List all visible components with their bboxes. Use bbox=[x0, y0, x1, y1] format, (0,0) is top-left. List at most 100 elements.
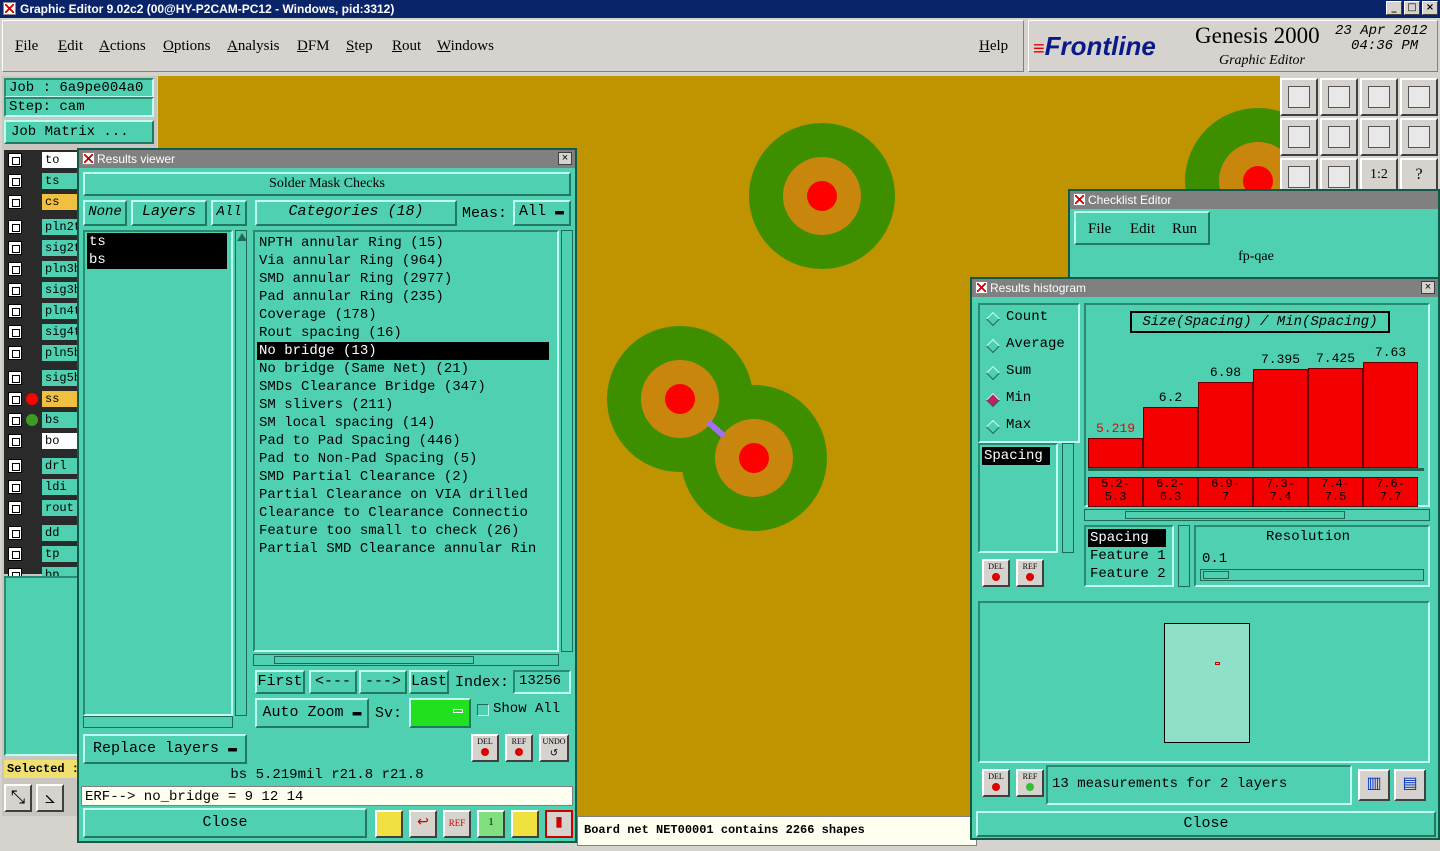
rotate-icon[interactable] bbox=[1400, 118, 1438, 156]
layer-scrollbar[interactable] bbox=[235, 230, 247, 716]
layer-row[interactable]: sig4t bbox=[8, 324, 82, 340]
layer-row[interactable]: bo bbox=[8, 433, 82, 449]
open-icon[interactable] bbox=[1320, 78, 1358, 116]
category-hscrollbar[interactable] bbox=[253, 654, 559, 666]
layer-row[interactable]: sig3b bbox=[8, 282, 82, 298]
mirror-icon[interactable] bbox=[1360, 118, 1398, 156]
layer-checkbox[interactable] bbox=[8, 480, 22, 494]
layer-row[interactable]: ss bbox=[8, 391, 82, 407]
category-item[interactable]: SM local spacing (14) bbox=[257, 414, 549, 432]
checklist-menu-edit[interactable]: Edit bbox=[1130, 221, 1155, 238]
home-icon[interactable] bbox=[1280, 78, 1318, 116]
histogram-close-button[interactable]: Close bbox=[976, 811, 1436, 837]
layer-row[interactable]: drl bbox=[8, 458, 82, 474]
report-icon[interactable] bbox=[511, 810, 539, 838]
categories-button[interactable]: Categories (18) bbox=[255, 200, 457, 226]
category-scrollbar[interactable] bbox=[561, 230, 573, 652]
layer-checkbox[interactable] bbox=[8, 325, 22, 339]
layer-checkbox[interactable] bbox=[8, 547, 22, 561]
category-item[interactable]: Pad to Pad Spacing (446) bbox=[257, 432, 549, 450]
category-item[interactable]: Clearance to Clearance Connectio bbox=[257, 504, 549, 522]
layer-row[interactable]: pln3b bbox=[8, 261, 82, 277]
layer-row[interactable]: ts bbox=[8, 173, 82, 189]
layer-name[interactable]: bo bbox=[42, 433, 82, 449]
preview-ref-button[interactable]: REF bbox=[1016, 769, 1044, 797]
histogram-bar[interactable] bbox=[1198, 382, 1253, 468]
menu-windows[interactable]: Windows bbox=[437, 38, 494, 55]
layer-name[interactable]: ts bbox=[42, 173, 82, 189]
last-button[interactable]: Last bbox=[409, 670, 449, 694]
mode-option[interactable]: Min bbox=[984, 390, 1078, 410]
menu-dfm[interactable]: DFM bbox=[297, 38, 330, 55]
layer-name[interactable]: pln4t bbox=[42, 303, 82, 319]
auto-zoom-dropdown[interactable]: Auto Zoom ▬ bbox=[255, 698, 369, 728]
layer-name[interactable]: sig4t bbox=[42, 324, 82, 340]
radio-icon[interactable] bbox=[985, 365, 1001, 381]
histogram-bar[interactable] bbox=[1363, 362, 1418, 468]
layer-checkbox[interactable] bbox=[8, 501, 22, 515]
minimize-button[interactable]: _ bbox=[1386, 1, 1402, 15]
house-icon[interactable] bbox=[1360, 78, 1398, 116]
layer-row[interactable]: to bbox=[8, 152, 82, 168]
layer-row[interactable]: tp bbox=[8, 546, 82, 562]
close-icon[interactable]: × bbox=[1421, 281, 1435, 294]
field-spacing[interactable]: Spacing bbox=[1088, 529, 1166, 547]
menu-file[interactable]: File bbox=[15, 38, 38, 55]
category-item[interactable]: Feature too small to check (26) bbox=[257, 522, 549, 540]
layer-row[interactable]: ldi bbox=[8, 479, 82, 495]
layer-checkbox[interactable] bbox=[8, 434, 22, 448]
layer-name[interactable]: drl bbox=[42, 458, 82, 474]
histogram-bar[interactable] bbox=[1143, 407, 1198, 468]
menu-actions[interactable]: Actions bbox=[99, 38, 146, 55]
layer-checkbox[interactable] bbox=[8, 220, 22, 234]
layer-checkbox[interactable] bbox=[8, 304, 22, 318]
mode-option[interactable]: Max bbox=[984, 417, 1078, 437]
menu-edit[interactable]: Edit bbox=[58, 38, 83, 55]
ref-button[interactable]: REF bbox=[505, 734, 533, 762]
layer-name[interactable]: sig5b bbox=[42, 370, 82, 386]
replace-layers-button[interactable]: Replace layers ▬ bbox=[83, 734, 247, 764]
layer-checkbox[interactable] bbox=[8, 413, 22, 427]
layer-row[interactable]: pln5b bbox=[8, 345, 82, 361]
layer-row[interactable]: sig5b bbox=[8, 370, 82, 386]
first-button[interactable]: First bbox=[255, 670, 305, 694]
radio-icon[interactable] bbox=[985, 311, 1001, 327]
layer-name[interactable]: pln3b bbox=[42, 261, 82, 277]
meas-dropdown[interactable]: All ▬ bbox=[513, 200, 571, 226]
layer-row[interactable]: pln2t bbox=[8, 219, 82, 235]
histogram-ref-button[interactable]: REF bbox=[1016, 559, 1044, 587]
layer-checkbox[interactable] bbox=[8, 392, 22, 406]
layer-checkbox[interactable] bbox=[8, 153, 22, 167]
layer-name[interactable]: pln2t bbox=[42, 219, 82, 235]
layer-name[interactable]: tp bbox=[42, 546, 82, 562]
menu-step[interactable]: Step bbox=[346, 38, 373, 55]
next-button[interactable]: ---> bbox=[359, 670, 407, 694]
layer-checkbox[interactable] bbox=[8, 283, 22, 297]
checklist-menu-run[interactable]: Run bbox=[1172, 221, 1197, 238]
layer-name[interactable]: rout bbox=[42, 500, 82, 516]
layer-row[interactable]: rout bbox=[8, 500, 82, 516]
layer-name[interactable]: ldi bbox=[42, 479, 82, 495]
sv-color-dropdown[interactable] bbox=[409, 698, 471, 728]
layer-row[interactable]: cs bbox=[8, 194, 82, 210]
mode-option[interactable]: Count bbox=[984, 309, 1078, 329]
layer-hscrollbar[interactable] bbox=[83, 716, 233, 728]
category-item[interactable]: Via annular Ring (964) bbox=[257, 252, 549, 270]
category-item[interactable]: SMDs Clearance Bridge (347) bbox=[257, 378, 549, 396]
menu-options[interactable]: Options bbox=[163, 38, 211, 55]
category-item[interactable]: Coverage (178) bbox=[257, 306, 549, 324]
one-two-icon[interactable]: 1 bbox=[477, 810, 505, 838]
pan-left-icon[interactable] bbox=[1280, 118, 1318, 156]
category-item[interactable]: Pad annular Ring (235) bbox=[257, 288, 549, 306]
checklist-menu-file[interactable]: File bbox=[1088, 221, 1111, 238]
ref-off-icon[interactable]: REF bbox=[443, 810, 471, 838]
layer-checkbox[interactable] bbox=[8, 459, 22, 473]
prev-button[interactable]: <--- bbox=[309, 670, 357, 694]
undo-button[interactable]: UNDO ↺ bbox=[539, 734, 569, 762]
chart-hscrollbar[interactable] bbox=[1084, 509, 1430, 521]
show-all-checkbox[interactable] bbox=[477, 704, 489, 716]
job-matrix-button[interactable]: Job Matrix ... bbox=[4, 120, 154, 144]
del-button[interactable]: DEL bbox=[471, 734, 499, 762]
layer-name[interactable]: cs bbox=[42, 194, 82, 210]
histogram-bar[interactable] bbox=[1308, 368, 1363, 468]
